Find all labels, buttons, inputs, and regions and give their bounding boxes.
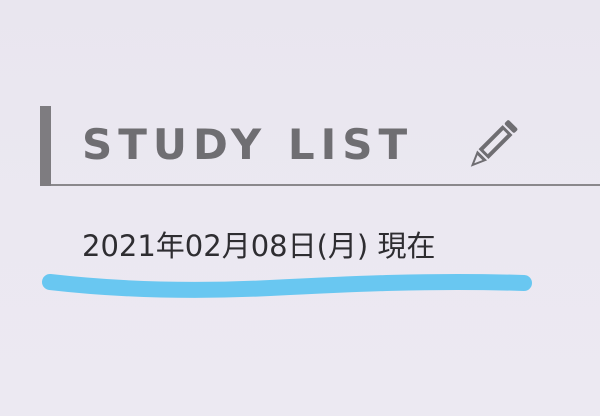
section-heading: STUDY LIST bbox=[40, 106, 600, 186]
page: STUDY LIST 2021年02月08日(月) 現在 bbox=[0, 0, 600, 416]
heading-accent-bar bbox=[40, 106, 51, 186]
heading-underline bbox=[51, 184, 600, 186]
highlight-underline bbox=[42, 273, 532, 298]
as-of-date: 2021年02月08日(月) 現在 bbox=[82, 229, 436, 263]
pencil-icon bbox=[470, 120, 518, 167]
heading-title: STUDY LIST bbox=[82, 120, 414, 169]
